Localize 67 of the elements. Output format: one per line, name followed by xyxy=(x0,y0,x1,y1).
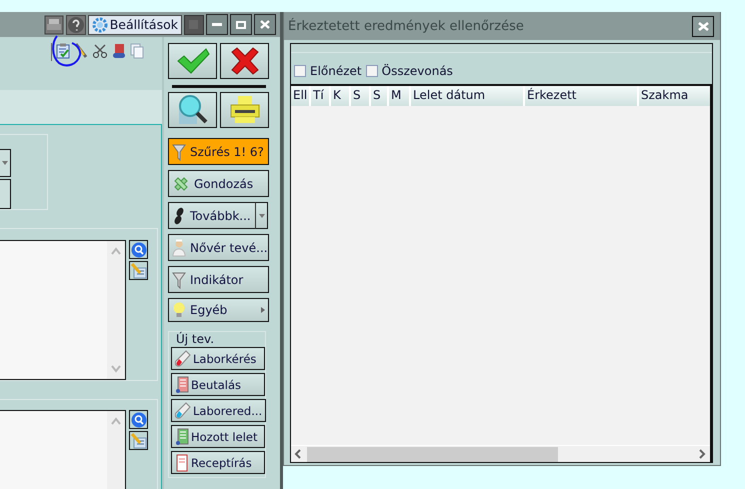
clipboard-check-icon[interactable] xyxy=(56,43,70,59)
search-button[interactable] xyxy=(129,410,148,429)
action-button[interactable]: Hozott lelet xyxy=(171,425,265,448)
checkbox[interactable] xyxy=(366,65,378,77)
close-icon xyxy=(260,20,270,29)
edit-list-icon xyxy=(130,262,146,278)
prescription-icon xyxy=(175,454,189,472)
printer-icon xyxy=(228,95,260,125)
close-button[interactable] xyxy=(254,14,276,35)
edit-list-icon xyxy=(130,432,146,448)
maximize-icon xyxy=(236,20,246,28)
printer-icon[interactable] xyxy=(44,14,64,34)
menu-button[interactable]: Egyéb xyxy=(168,298,269,322)
list-box[interactable] xyxy=(0,410,126,489)
minimize-icon xyxy=(212,22,222,26)
submenu-arrow-icon xyxy=(261,307,265,313)
test-tube-icon xyxy=(175,350,191,368)
syringe-icon[interactable] xyxy=(74,43,88,59)
action-button[interactable]: Gondozás xyxy=(168,170,269,197)
confirm-button[interactable] xyxy=(168,43,217,79)
nurse-icon xyxy=(172,238,186,256)
bandage-icon xyxy=(172,174,190,192)
print-button[interactable] xyxy=(220,92,269,128)
search-icon xyxy=(130,412,146,428)
action-button[interactable]: Szűrés 1! 6? xyxy=(168,138,269,165)
checkbox[interactable] xyxy=(294,65,306,77)
funnel-icon xyxy=(172,142,186,160)
dropdown-button[interactable] xyxy=(255,202,268,229)
test-tube-icon xyxy=(175,402,191,420)
edit-button[interactable] xyxy=(129,431,148,450)
help-icon[interactable] xyxy=(66,14,86,34)
action-button[interactable]: Receptírás xyxy=(171,451,265,474)
maximize-button[interactable] xyxy=(230,14,252,35)
footprints-icon xyxy=(172,206,186,224)
checkmark-icon xyxy=(176,48,210,74)
search-icon xyxy=(130,242,146,258)
edit-button[interactable] xyxy=(129,261,148,280)
funnel-icon xyxy=(172,270,186,288)
checkbox-label: Összevonás xyxy=(382,64,453,78)
action-button[interactable]: Indikátor xyxy=(168,266,269,293)
checkbox-label: Előnézet xyxy=(310,64,362,78)
action-button[interactable]: Nővér tevé... xyxy=(168,234,269,261)
gear-icon xyxy=(92,16,108,32)
caret-icon xyxy=(258,214,264,218)
minimize-button[interactable] xyxy=(206,14,228,35)
small-button[interactable] xyxy=(0,179,11,209)
search-button[interactable] xyxy=(129,240,148,259)
medicine-icon[interactable] xyxy=(112,43,126,59)
scissors-icon[interactable] xyxy=(92,43,108,59)
window-icon[interactable] xyxy=(184,14,204,34)
referral-icon xyxy=(175,376,189,394)
settings-button[interactable]: Beállítások xyxy=(88,14,182,34)
caret-icon xyxy=(2,161,8,165)
close-icon xyxy=(698,22,708,30)
horizontal-scrollbar[interactable] xyxy=(291,445,710,462)
combo-box[interactable] xyxy=(0,149,11,177)
split-button[interactable]: Továbbk... xyxy=(168,202,255,229)
preview-button[interactable] xyxy=(168,92,217,128)
close-button[interactable] xyxy=(692,16,714,36)
action-button[interactable]: Laborkérés xyxy=(171,347,265,370)
lightbulb-icon xyxy=(172,301,186,319)
action-button[interactable]: Beutalás xyxy=(171,373,265,396)
action-button[interactable]: Laborered... xyxy=(171,399,266,422)
report-icon xyxy=(175,428,189,446)
cancel-button[interactable] xyxy=(220,43,269,79)
close-icon xyxy=(230,47,260,75)
dialog-title: Érkeztetett eredmények ellenőrzése xyxy=(288,18,524,34)
